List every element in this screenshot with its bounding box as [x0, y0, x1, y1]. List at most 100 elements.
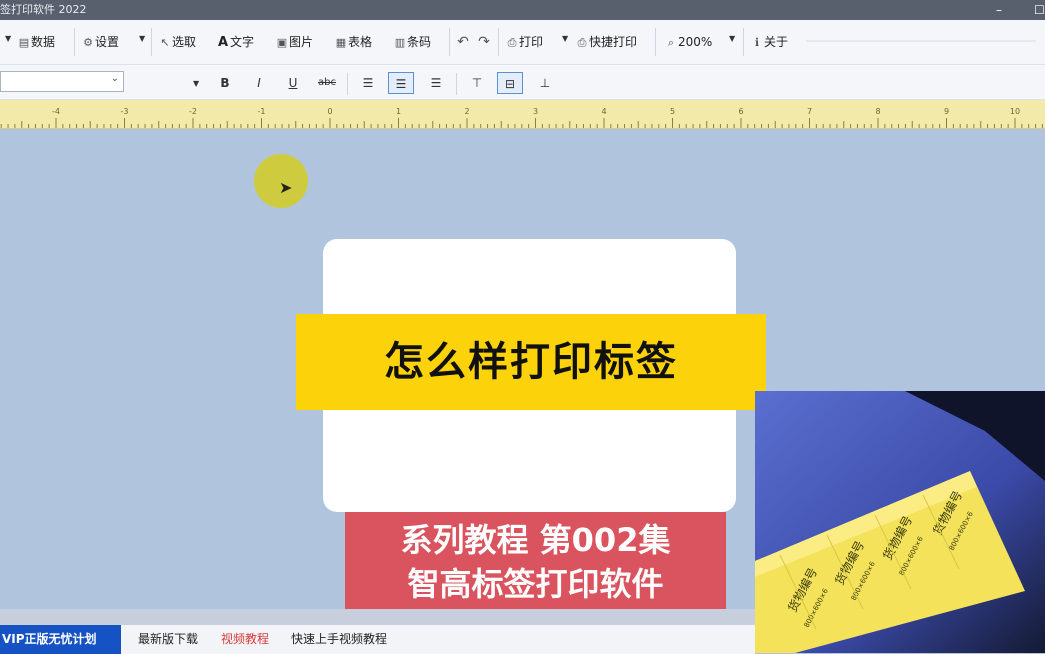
quick-print-icon: ⎙: [577, 36, 587, 49]
ruler-label: 9: [944, 107, 949, 116]
undo-icon: ↶: [457, 34, 469, 50]
toolbar-grip: [806, 40, 1036, 42]
label-roll-photo: 货物编号 800×600×6 货物编号 800×600×6 货物编号 800×6…: [755, 391, 1045, 653]
bold-button[interactable]: B: [212, 72, 238, 94]
toolbar-separator: [456, 73, 457, 95]
ruler-label: 5: [670, 107, 675, 116]
camera-photo-inset: 货物编号 800×600×6 货物编号 800×600×6 货物编号 800×6…: [755, 391, 1045, 653]
select-label: 选取: [172, 35, 197, 49]
data-button[interactable]: ▤ 数据: [17, 31, 55, 53]
align-right-icon: ☰: [430, 76, 442, 90]
toolbar-separator: [498, 28, 499, 56]
ruler-label: -4: [52, 107, 60, 116]
ruler-scale: -4 -3 -2 -1 0 1 2 3 4 5 6 7 8 9 10: [0, 107, 1043, 128]
text-label: 文字: [230, 35, 255, 49]
ruler-label: -2: [189, 107, 197, 116]
mouse-pointer-icon: ➤: [279, 178, 293, 197]
download-link[interactable]: 最新版下载: [138, 625, 198, 654]
settings-button[interactable]: ⚙ 设置: [81, 31, 119, 53]
table-label: 表格: [348, 35, 373, 49]
font-select[interactable]: ⌄: [0, 71, 124, 92]
ruler-label: 0: [327, 107, 332, 116]
underline-button[interactable]: U: [280, 72, 306, 94]
about-button[interactable]: ℹ 关于: [750, 31, 788, 53]
undo-button[interactable]: ↶: [456, 31, 470, 53]
horizontal-scrollbar[interactable]: [0, 609, 755, 624]
ruler-label: 1: [396, 107, 401, 116]
series-line-1: 系列教程 第002集: [400, 521, 671, 559]
valign-middle-button[interactable]: ⊟: [497, 72, 523, 94]
ruler-label: 10: [1010, 107, 1020, 116]
italic-button[interactable]: I: [246, 72, 272, 94]
image-label: 图片: [289, 35, 314, 49]
info-icon: ℹ: [754, 36, 760, 49]
image-button[interactable]: ▣ 图片: [275, 31, 313, 53]
ruler-label: 2: [464, 107, 469, 116]
window-title: 签打印软件 2022: [0, 3, 87, 16]
maximize-button[interactable]: ☐: [1034, 0, 1045, 20]
valign-bottom-button[interactable]: ⊥: [532, 72, 558, 94]
printer-icon: ⎙: [507, 36, 517, 49]
vip-plan-button[interactable]: VIP正版无忧计划: [0, 625, 121, 654]
ruler-label: 8: [875, 107, 880, 116]
series-line-2: 智高标签打印软件: [407, 565, 664, 603]
pointer-icon: ↖: [160, 36, 170, 49]
series-banner: 系列教程 第002集 智高标签打印软件: [345, 512, 726, 611]
barcode-icon: ▥: [394, 36, 406, 49]
valign-middle-icon: ⊟: [504, 77, 516, 91]
image-icon: ▣: [276, 36, 288, 49]
valign-top-button[interactable]: ⊤: [464, 72, 490, 94]
ruler-label: 4: [601, 107, 606, 116]
text-icon: A: [217, 35, 229, 50]
settings-label: 设置: [95, 35, 120, 49]
valign-bottom-icon: ⊥: [539, 76, 551, 90]
zoom-icon: ⌕: [667, 36, 675, 49]
select-button[interactable]: ↖ 选取: [158, 31, 196, 53]
quick-print-button[interactable]: ⎙ 快捷打印: [575, 31, 637, 53]
ruler-label: -3: [121, 107, 129, 116]
print-button[interactable]: ⎙ 打印: [505, 31, 543, 53]
redo-button[interactable]: ↷: [477, 31, 491, 53]
bottom-bar: VIP正版无忧计划 最新版下载 视频教程 快速上手视频教程: [0, 624, 755, 654]
align-left-button[interactable]: ☰: [355, 72, 381, 94]
database-icon: ▤: [18, 36, 30, 49]
zoom-button[interactable]: ⌕ 200%: [664, 31, 712, 53]
strikethrough-button[interactable]: abc: [314, 72, 340, 94]
title-bar: 签打印软件 2022 – ☐: [0, 0, 1045, 20]
chevron-down-icon: ⌄: [110, 73, 119, 84]
chevron-down-icon[interactable]: ▼: [562, 34, 568, 43]
quick-start-video-link[interactable]: 快速上手视频教程: [291, 625, 387, 654]
toolbar-separator: [74, 28, 75, 56]
barcode-button[interactable]: ▥ 条码: [393, 31, 431, 53]
video-title-banner: 怎么样打印标签: [296, 314, 766, 410]
chevron-down-icon[interactable]: ▼: [729, 34, 735, 43]
toolbar-separator: [449, 28, 450, 56]
zoom-label: 200%: [678, 35, 713, 49]
align-center-icon: ☰: [395, 77, 407, 91]
chevron-down-icon[interactable]: ▼: [139, 34, 145, 43]
text-button[interactable]: A 文字: [216, 31, 254, 53]
minimize-button[interactable]: –: [996, 0, 1002, 20]
align-left-icon: ☰: [362, 76, 374, 90]
horizontal-ruler: -4 -3 -2 -1 0 1 2 3 4 5 6 7 8 9 10: [0, 100, 1045, 129]
data-label: 数据: [31, 35, 56, 49]
video-tutorial-link[interactable]: 视频教程: [221, 625, 269, 654]
align-center-button[interactable]: ☰: [388, 72, 414, 94]
toolbar-separator: [151, 28, 152, 56]
toolbar-separator: [347, 73, 348, 95]
table-icon: ▦: [335, 36, 347, 49]
ruler-label: 7: [807, 107, 812, 116]
redo-icon: ↷: [478, 34, 490, 50]
barcode-label: 条码: [407, 35, 432, 49]
align-right-button[interactable]: ☰: [423, 72, 449, 94]
ruler-label: -1: [258, 107, 266, 116]
settings-icon: ⚙: [83, 36, 93, 49]
table-button[interactable]: ▦ 表格: [334, 31, 372, 53]
font-size-dropdown[interactable]: ▼: [193, 79, 199, 88]
ruler-label: 3: [533, 107, 538, 116]
quick-print-label: 快捷打印: [589, 35, 638, 49]
chevron-down-icon[interactable]: ▼: [5, 34, 11, 43]
main-toolbar: ▼ ▤ 数据 ⚙ 设置 ▼ ↖ 选取 A 文字 ▣ 图片 ▦ 表格 ▥ 条码 ↶ ↷ ⎙ 打印 …: [0, 20, 1045, 65]
toolbar-separator: [743, 28, 744, 56]
about-label: 关于: [764, 35, 789, 49]
